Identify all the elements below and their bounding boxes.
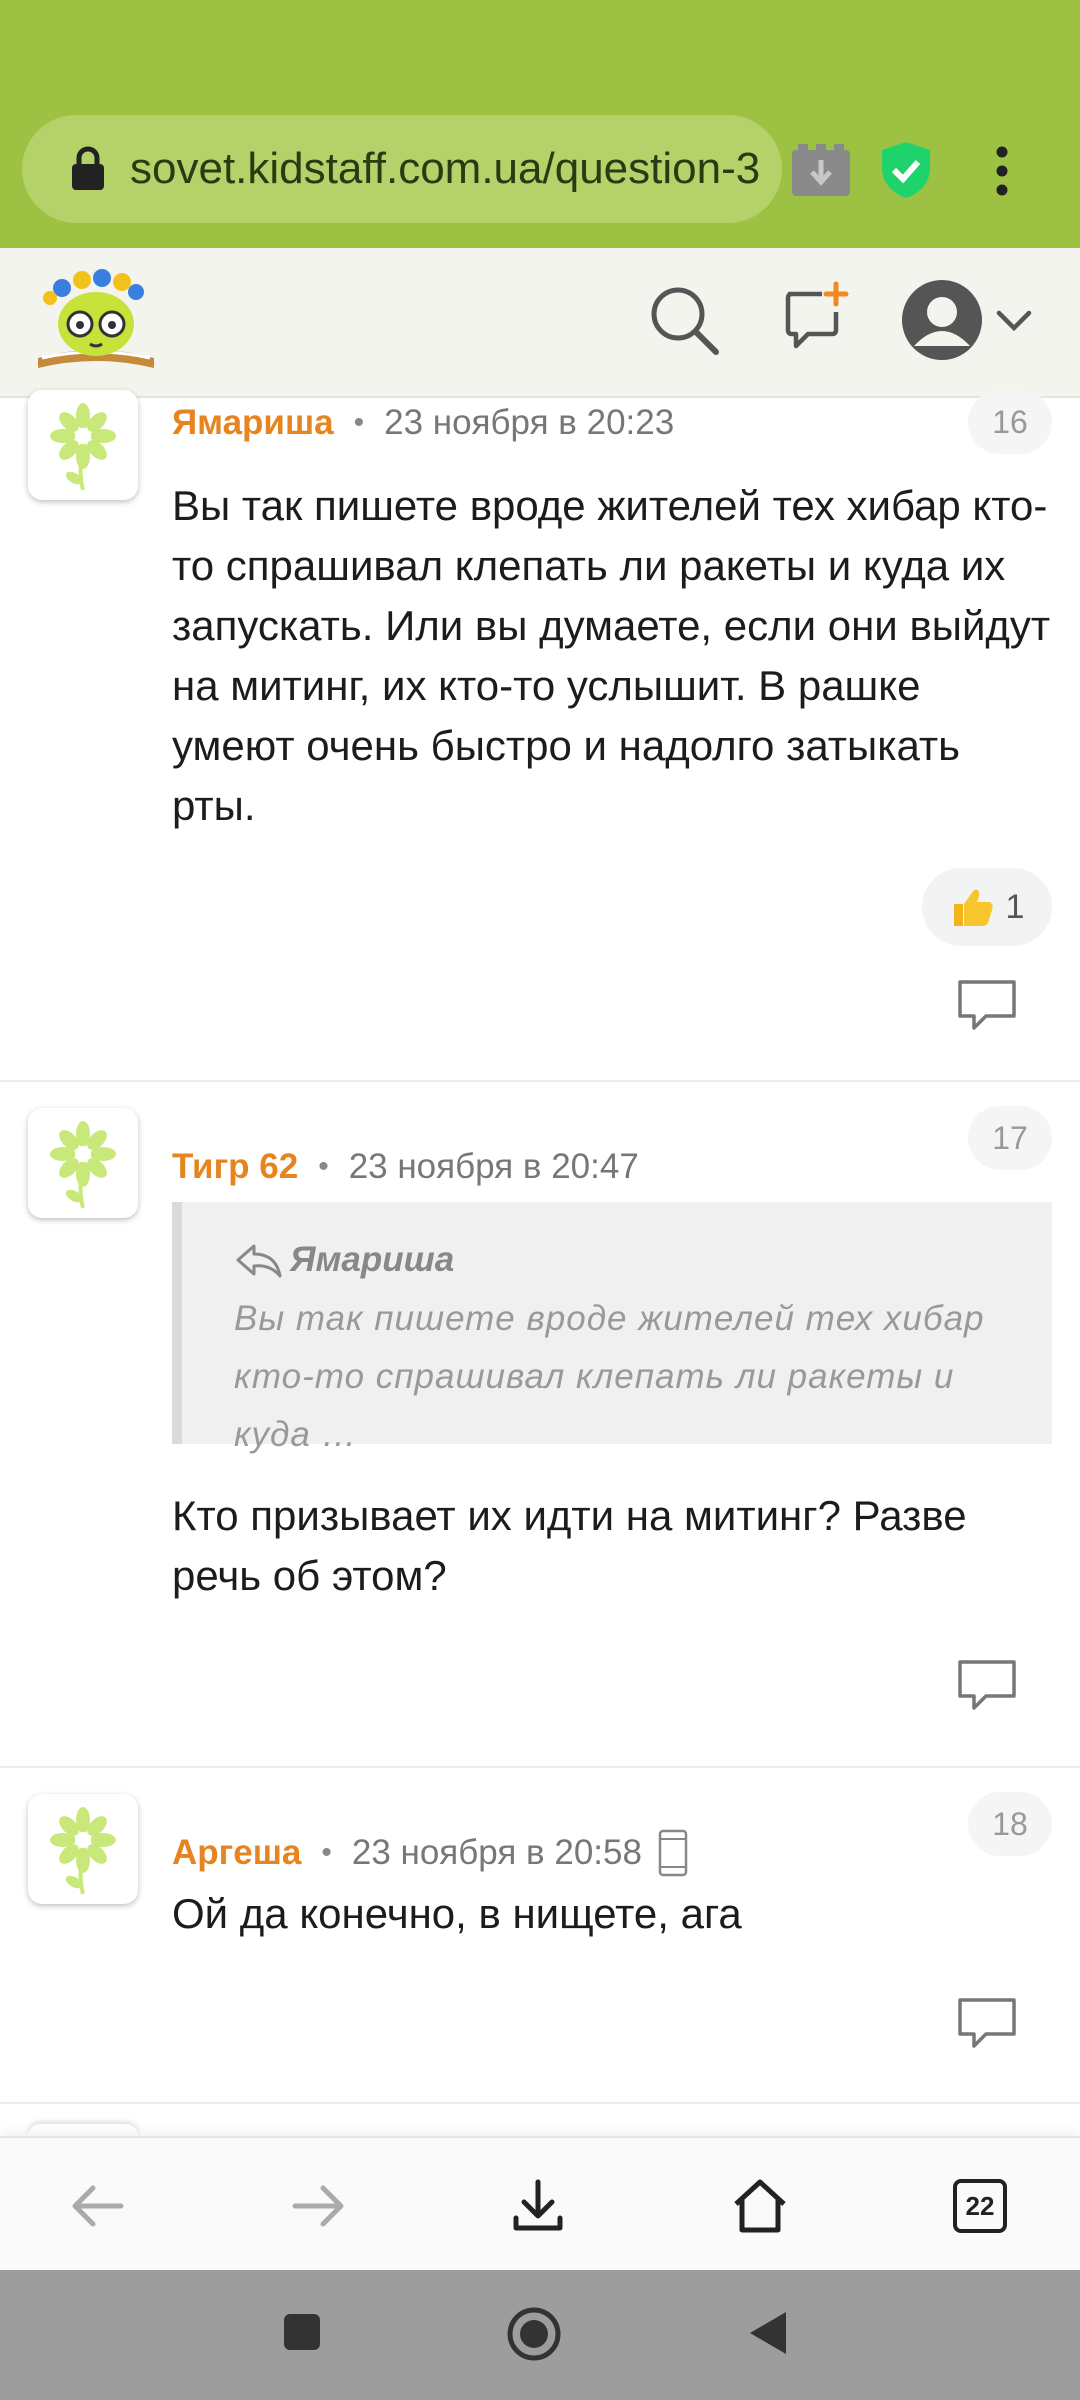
lock-icon — [72, 146, 104, 190]
separator-dot: • — [353, 406, 365, 439]
comment-date: 23 ноября в 20:23 — [384, 403, 675, 442]
url-text: sovet.kidstaff.com.ua/question-3 — [130, 144, 761, 193]
reply-icon[interactable] — [956, 1996, 1018, 2052]
new-question-icon[interactable] — [780, 280, 850, 352]
comment-date: 23 ноября в 20:58 — [351, 1833, 642, 1872]
back-button[interactable] — [60, 2168, 136, 2244]
comment-text: Ой да конечно, в нищете, ага — [172, 1890, 742, 1937]
reply-icon[interactable] — [956, 1658, 1018, 1714]
user-avatar[interactable] — [28, 1108, 138, 1218]
tabs-button[interactable]: 22 — [942, 2168, 1018, 2244]
download-folder-icon[interactable] — [790, 142, 852, 198]
flower-avatar-icon — [50, 1121, 116, 1209]
tab-count: 22 — [953, 2179, 1007, 2233]
more-menu-icon[interactable] — [992, 146, 1012, 196]
quote-header: Ямариша — [234, 1240, 454, 1280]
quote-author: Ямариша — [290, 1240, 455, 1279]
comment-text: Вы так пишете вроде жителей тех хибар кт… — [172, 482, 1051, 829]
browser-toolbar: sovet.kidstaff.com.ua/question-3 — [0, 0, 1080, 248]
site-logo[interactable] — [32, 262, 160, 374]
browser-bottom-nav: 22 — [0, 2136, 1080, 2272]
comment-item: Тигр 62 • 23 ноября в 20:47 17 Ямариша В… — [0, 1080, 1080, 1768]
home-button[interactable] — [722, 2168, 798, 2244]
quoted-reply[interactable]: Ямариша Вы так пишете вроде жителей тех … — [172, 1202, 1052, 1454]
download-button[interactable] — [500, 2168, 576, 2244]
site-header — [0, 248, 1080, 398]
like-button[interactable]: 1 — [922, 868, 1052, 946]
home-circle-icon[interactable] — [506, 2306, 562, 2362]
user-avatar[interactable] — [28, 1794, 138, 1904]
comment-item: Ямариша • 23 ноября в 20:23 16 Вы так пи… — [0, 390, 1080, 1082]
comment-date: 23 ноября в 20:47 — [348, 1147, 639, 1186]
quote-text: Вы так пишете вроде жителей тех хибар кт… — [234, 1299, 985, 1454]
flower-avatar-icon — [50, 403, 116, 491]
reply-icon[interactable] — [956, 978, 1018, 1034]
flower-avatar-icon — [50, 1807, 116, 1895]
search-icon[interactable] — [648, 284, 720, 356]
comment-meta: Ямариша • 23 ноября в 20:23 — [172, 398, 674, 448]
shield-icon[interactable] — [880, 140, 932, 200]
separator-dot: • — [318, 1150, 329, 1183]
home-icon — [734, 2179, 786, 2233]
address-bar[interactable]: sovet.kidstaff.com.ua/question-3 — [22, 115, 782, 223]
reply-arrow-icon — [236, 1244, 282, 1278]
comment-number-badge[interactable]: 16 — [968, 390, 1052, 454]
arrow-left-icon — [72, 2185, 124, 2227]
comment-author[interactable]: Аргеша — [172, 1833, 301, 1873]
comment-author[interactable]: Тигр 62 — [172, 1147, 298, 1187]
arrow-right-icon — [292, 2185, 344, 2227]
recents-icon[interactable] — [282, 2312, 322, 2352]
thumbs-up-icon — [953, 889, 993, 926]
comment-meta: Аргеша • 23 ноября в 20:58 — [172, 1828, 688, 1878]
chevron-down-icon[interactable] — [996, 310, 1032, 332]
separator-dot: • — [321, 1836, 332, 1869]
mobile-device-icon — [658, 1829, 688, 1877]
comment-number-badge[interactable]: 17 — [968, 1106, 1052, 1170]
comment-text: Кто призывает их идти на митинг? Разве р… — [172, 1492, 967, 1599]
comment-number-badge[interactable]: 18 — [968, 1792, 1052, 1856]
user-avatar[interactable] — [28, 390, 138, 500]
comment-item: Аргеша • 23 ноября в 20:58 18 Ой да коне… — [0, 1766, 1080, 2104]
download-icon — [513, 2179, 563, 2231]
avatar[interactable] — [900, 278, 984, 362]
comment-meta: Тигр 62 • 23 ноября в 20:47 — [172, 1142, 639, 1192]
next-comment-avatar-edge — [28, 2124, 138, 2136]
forward-button[interactable] — [280, 2168, 356, 2244]
system-navigation-bar — [0, 2270, 1080, 2400]
comment-author[interactable]: Ямариша — [172, 403, 334, 443]
back-triangle-icon[interactable] — [746, 2308, 790, 2358]
like-count: 1 — [1005, 887, 1025, 926]
